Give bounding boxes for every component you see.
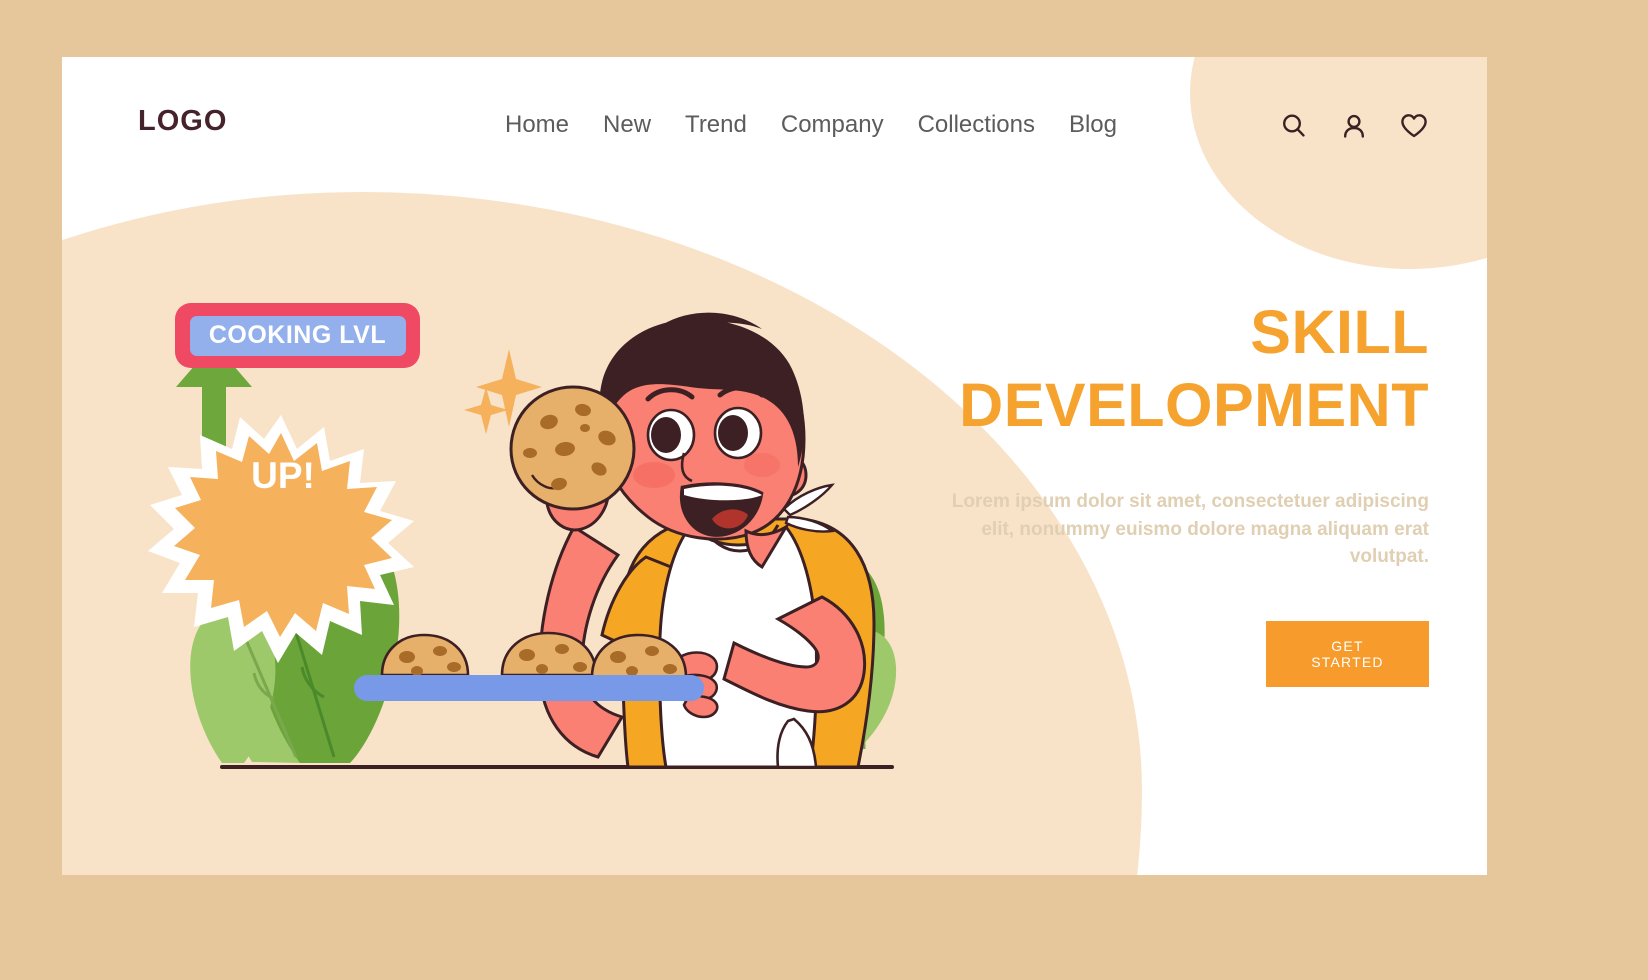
user-icon[interactable] — [1339, 111, 1369, 141]
page-card: LOGO Home New Trend Company Collections … — [62, 57, 1487, 875]
search-icon[interactable] — [1279, 111, 1309, 141]
page-root: LOGO Home New Trend Company Collections … — [0, 0, 1648, 980]
main-navigation: Home New Trend Company Collections Blog — [505, 111, 1117, 139]
get-started-button[interactable]: GET STARTED — [1266, 620, 1429, 687]
nav-item-new[interactable]: New — [603, 111, 651, 139]
site-header: LOGO Home New Trend Company Collections … — [62, 57, 1487, 207]
cookie-tray — [354, 631, 704, 701]
heart-icon[interactable] — [1399, 111, 1429, 141]
cooking-level-bar: COOKING LVL — [189, 315, 406, 356]
tray-cookies — [380, 631, 688, 679]
hero-paragraph: Lorem ipsum dolor sit amet, consectetuer… — [951, 491, 1429, 568]
cookie-held — [509, 385, 636, 511]
nav-item-home[interactable]: Home — [505, 111, 569, 139]
nav-item-blog[interactable]: Blog — [1069, 111, 1117, 139]
nav-item-company[interactable]: Company — [781, 111, 884, 139]
nav-item-collections[interactable]: Collections — [918, 111, 1035, 139]
hero-text-block: SKILL DEVELOPMENT Lorem ipsum dolor sit … — [929, 302, 1429, 687]
cooking-level-badge: COOKING LVL — [175, 303, 420, 368]
hero-title-line-1: SKILL — [1250, 298, 1429, 366]
cooking-level-label: COOKING LVL — [208, 321, 387, 349]
header-icon-group — [1279, 111, 1429, 141]
hero-title-line-2: DEVELOPMENT — [959, 371, 1429, 439]
logo[interactable]: LOGO — [138, 105, 227, 138]
nav-item-trend[interactable]: Trend — [685, 111, 747, 139]
